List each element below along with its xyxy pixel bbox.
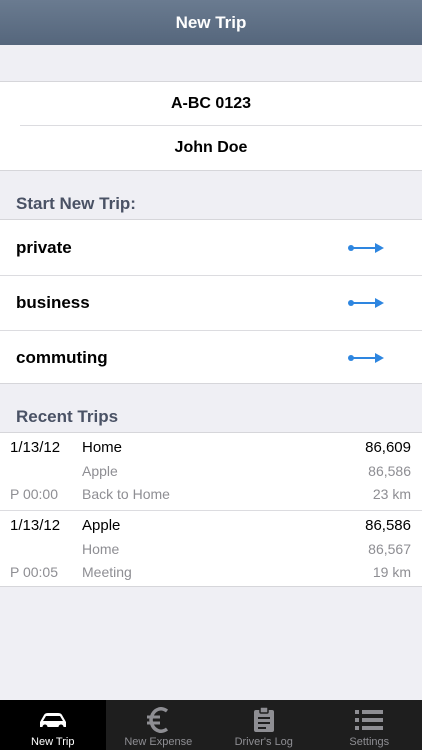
trip-date: 1/13/12 xyxy=(10,517,61,534)
driver-row[interactable]: John Doe xyxy=(0,126,422,170)
tab-drivers-log[interactable]: Driver's Log xyxy=(211,700,317,750)
arrow-right-icon xyxy=(348,353,384,363)
tab-label: New Trip xyxy=(31,736,75,748)
vehicle-plate: A-BC 0123 xyxy=(170,94,252,112)
recent-trip-row[interactable]: 1/13/12 Apple 86,586 Home 86,567 P 00:05… xyxy=(0,510,422,587)
recent-trips-list: 1/13/12 Home 86,609 Apple 86,586 P 00:00… xyxy=(0,432,422,587)
tab-label: Driver's Log xyxy=(234,736,293,748)
tab-settings[interactable]: Settings xyxy=(317,700,422,750)
trip-type-list: private business commuting xyxy=(0,219,422,384)
trip-type-private[interactable]: private xyxy=(0,220,422,275)
tab-bar: New Trip New Expense Driver's Log Settin… xyxy=(0,700,422,750)
euro-icon xyxy=(142,707,174,733)
trip-type-business[interactable]: business xyxy=(0,275,422,330)
tab-new-trip[interactable]: New Trip xyxy=(0,700,106,750)
trip-start-odometer: 86,567 xyxy=(368,541,411,557)
trip-type-label: commuting xyxy=(16,348,108,367)
trip-purpose: Back to Home xyxy=(82,486,170,502)
start-trip-header: Start New Trip: xyxy=(16,194,136,213)
trip-destination: Home xyxy=(82,439,123,456)
trip-end-odometer: 86,609 xyxy=(365,439,411,456)
driver-name: John Doe xyxy=(174,139,248,156)
tab-new-expense[interactable]: New Expense xyxy=(106,700,212,750)
trip-origin: Home xyxy=(82,541,120,557)
trip-time: P 00:00 xyxy=(10,486,59,502)
navigation-bar: New Trip xyxy=(0,0,422,45)
vehicle-info-group: A-BC 0123 John Doe xyxy=(0,81,422,171)
recent-trips-header: Recent Trips xyxy=(16,407,119,426)
trip-distance: 23 km xyxy=(372,486,411,502)
car-icon xyxy=(37,707,69,733)
arrow-right-icon xyxy=(348,242,384,253)
list-icon xyxy=(353,707,385,733)
trip-date: 1/13/12 xyxy=(10,439,61,456)
arrow-right-icon xyxy=(348,298,384,308)
trip-purpose: Meeting xyxy=(82,564,132,580)
tab-label: New Expense xyxy=(124,736,193,748)
trip-time: P 00:05 xyxy=(10,564,59,580)
page-title: New Trip xyxy=(175,12,247,32)
tab-label: Settings xyxy=(349,736,390,748)
trip-start-odometer: 86,586 xyxy=(368,463,411,479)
vehicle-plate-row[interactable]: A-BC 0123 xyxy=(20,82,422,126)
trip-distance: 19 km xyxy=(372,564,411,580)
trip-end-odometer: 86,586 xyxy=(365,517,411,534)
trip-destination: Apple xyxy=(82,517,121,534)
trip-origin: Apple xyxy=(82,463,118,479)
trip-type-commuting[interactable]: commuting xyxy=(0,330,422,385)
recent-trip-row[interactable]: 1/13/12 Home 86,609 Apple 86,586 P 00:00… xyxy=(0,433,422,510)
trip-type-label: private xyxy=(16,237,72,257)
clipboard-icon xyxy=(248,707,280,733)
trip-type-label: business xyxy=(16,293,90,312)
